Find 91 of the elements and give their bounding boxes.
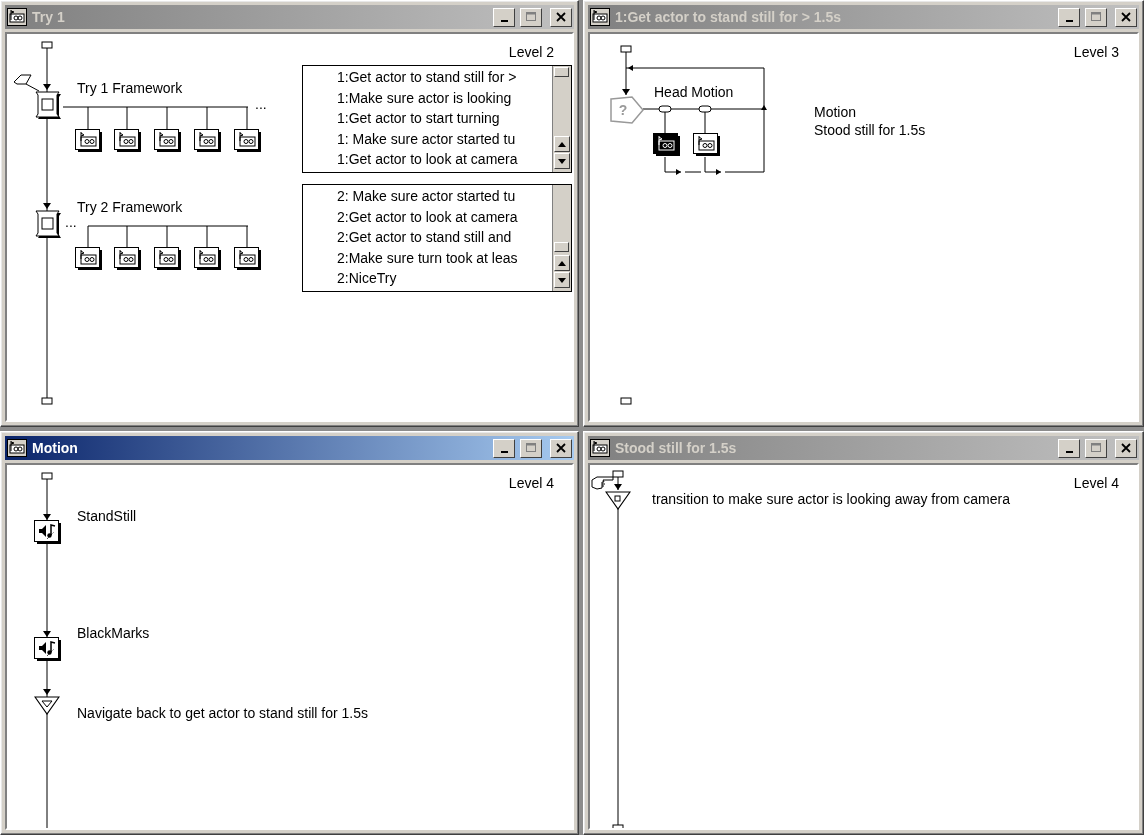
framework-icon[interactable]	[33, 90, 63, 120]
maximize-icon	[1090, 443, 1102, 453]
minimize-button[interactable]	[1058, 7, 1080, 27]
list-item[interactable]: 1:Make sure actor is looking	[337, 87, 552, 108]
close-button[interactable]	[550, 438, 572, 458]
maximize-button[interactable]	[520, 438, 542, 458]
window-icon	[590, 439, 610, 457]
triangle-icon[interactable]	[605, 490, 631, 510]
map-icon[interactable]	[653, 133, 681, 157]
map-icon[interactable]	[194, 129, 222, 153]
close-icon	[556, 12, 566, 22]
close-button[interactable]	[1115, 7, 1137, 27]
note-text: Stood still for 1.5s	[814, 122, 926, 138]
list-item[interactable]: 2:Get actor to look at camera	[337, 206, 552, 227]
minimize-icon	[500, 19, 508, 22]
map-icon[interactable]	[154, 247, 182, 271]
speaker-note-icon[interactable]	[34, 520, 62, 545]
minimize-button[interactable]	[493, 7, 515, 27]
level-label: Level 4	[508, 475, 554, 491]
list-item[interactable]: 1:Get actor to look at camera	[337, 149, 552, 170]
up-arrow-icon	[558, 260, 566, 266]
triangle-icon[interactable]	[34, 695, 60, 715]
list-item[interactable]: 1: Make sure actor started tu	[337, 128, 552, 149]
window-icon	[590, 8, 610, 26]
maximize-button[interactable]	[1085, 438, 1107, 458]
scrollbar[interactable]	[552, 66, 571, 172]
level-label: Level 2	[508, 44, 554, 60]
close-icon	[1121, 443, 1131, 453]
step-label: transition to make sure actor is looking away from camera	[652, 491, 1010, 507]
up-arrow-icon	[558, 141, 566, 147]
maximize-icon	[1090, 12, 1102, 22]
map-icon[interactable]	[75, 247, 103, 271]
framework-label: Try 2 Framework	[77, 199, 183, 215]
maximize-button[interactable]	[520, 7, 542, 27]
scroll-down-button[interactable]	[554, 272, 570, 288]
scrollbar-thumb[interactable]	[554, 67, 569, 77]
close-button[interactable]	[1115, 438, 1137, 458]
ellipsis: ...	[65, 214, 77, 230]
list-item[interactable]: 2:Get actor to stand still and	[337, 227, 552, 248]
speaker-note-icon[interactable]	[34, 637, 62, 662]
close-icon	[1121, 12, 1131, 22]
map-icon[interactable]	[234, 247, 262, 271]
minimize-icon	[1065, 19, 1073, 22]
step-label: StandStill	[77, 508, 137, 524]
note-text: Motion	[814, 104, 857, 120]
list-item[interactable]: 1:Get actor to stand still for >	[337, 67, 552, 88]
pointing-hand-icon[interactable]	[591, 475, 615, 491]
decision-label: Head Motion	[654, 84, 734, 100]
map-icon[interactable]	[114, 129, 142, 153]
scrollbar[interactable]	[552, 185, 571, 291]
flag-icon[interactable]	[13, 74, 41, 92]
minimize-icon	[500, 450, 508, 453]
list-box[interactable]: 2: Make sure actor started tu 2:Get actor to look at camera 2:Get actor to stand still and 2:Make sure turn took at leas 2:NiceTry	[302, 184, 572, 292]
close-icon	[556, 443, 566, 453]
maximize-button[interactable]	[1085, 7, 1107, 27]
minimize-button[interactable]	[1058, 438, 1080, 458]
window-icon	[7, 8, 27, 26]
map-icon[interactable]	[194, 247, 222, 271]
list-item[interactable]: 2:Make sure turn took at leas	[337, 247, 552, 268]
maximize-icon	[525, 443, 537, 453]
list-item[interactable]: 2: Make sure actor started tu	[337, 186, 552, 207]
scroll-down-button[interactable]	[554, 153, 570, 169]
framework-label: Try 1 Framework	[77, 80, 183, 96]
down-arrow-icon	[558, 277, 566, 283]
step-label: BlackMarks	[77, 625, 150, 641]
list-item[interactable]: 1:Get actor to start turning	[337, 108, 552, 129]
window-title: Motion	[32, 440, 79, 456]
close-button[interactable]	[550, 7, 572, 27]
level-label: Level 4	[1073, 475, 1119, 491]
map-icon[interactable]	[154, 129, 182, 153]
map-icon[interactable]	[114, 247, 142, 271]
minimize-icon	[1065, 450, 1073, 453]
maximize-icon	[525, 12, 537, 22]
minimize-button[interactable]	[493, 438, 515, 458]
scroll-up-button[interactable]	[554, 255, 570, 271]
window-title: Try 1	[32, 9, 66, 25]
map-icon[interactable]	[693, 133, 721, 157]
map-icon[interactable]	[75, 129, 103, 153]
window-icon	[7, 439, 27, 457]
scrollbar-thumb[interactable]	[554, 242, 569, 252]
step-label: Navigate back to get actor to stand still for 1.5s	[77, 705, 369, 721]
down-arrow-icon	[558, 158, 566, 164]
window-title: Stood still for 1.5s	[615, 440, 738, 456]
ellipsis: ...	[255, 96, 267, 112]
list-item[interactable]: 2:NiceTry	[337, 268, 552, 289]
scroll-up-button[interactable]	[554, 136, 570, 152]
level-label: Level 3	[1073, 44, 1119, 60]
list-box[interactable]: 1:Get actor to stand still for > 1:Make sure actor is looking 1:Get actor to start turning 1: Make sure actor started tu 1:Get actor to look at camera	[302, 65, 572, 173]
framework-icon[interactable]	[33, 209, 63, 239]
window-title: 1:Get actor to stand still for > 1.5s	[615, 9, 842, 25]
map-icon[interactable]	[234, 129, 262, 153]
